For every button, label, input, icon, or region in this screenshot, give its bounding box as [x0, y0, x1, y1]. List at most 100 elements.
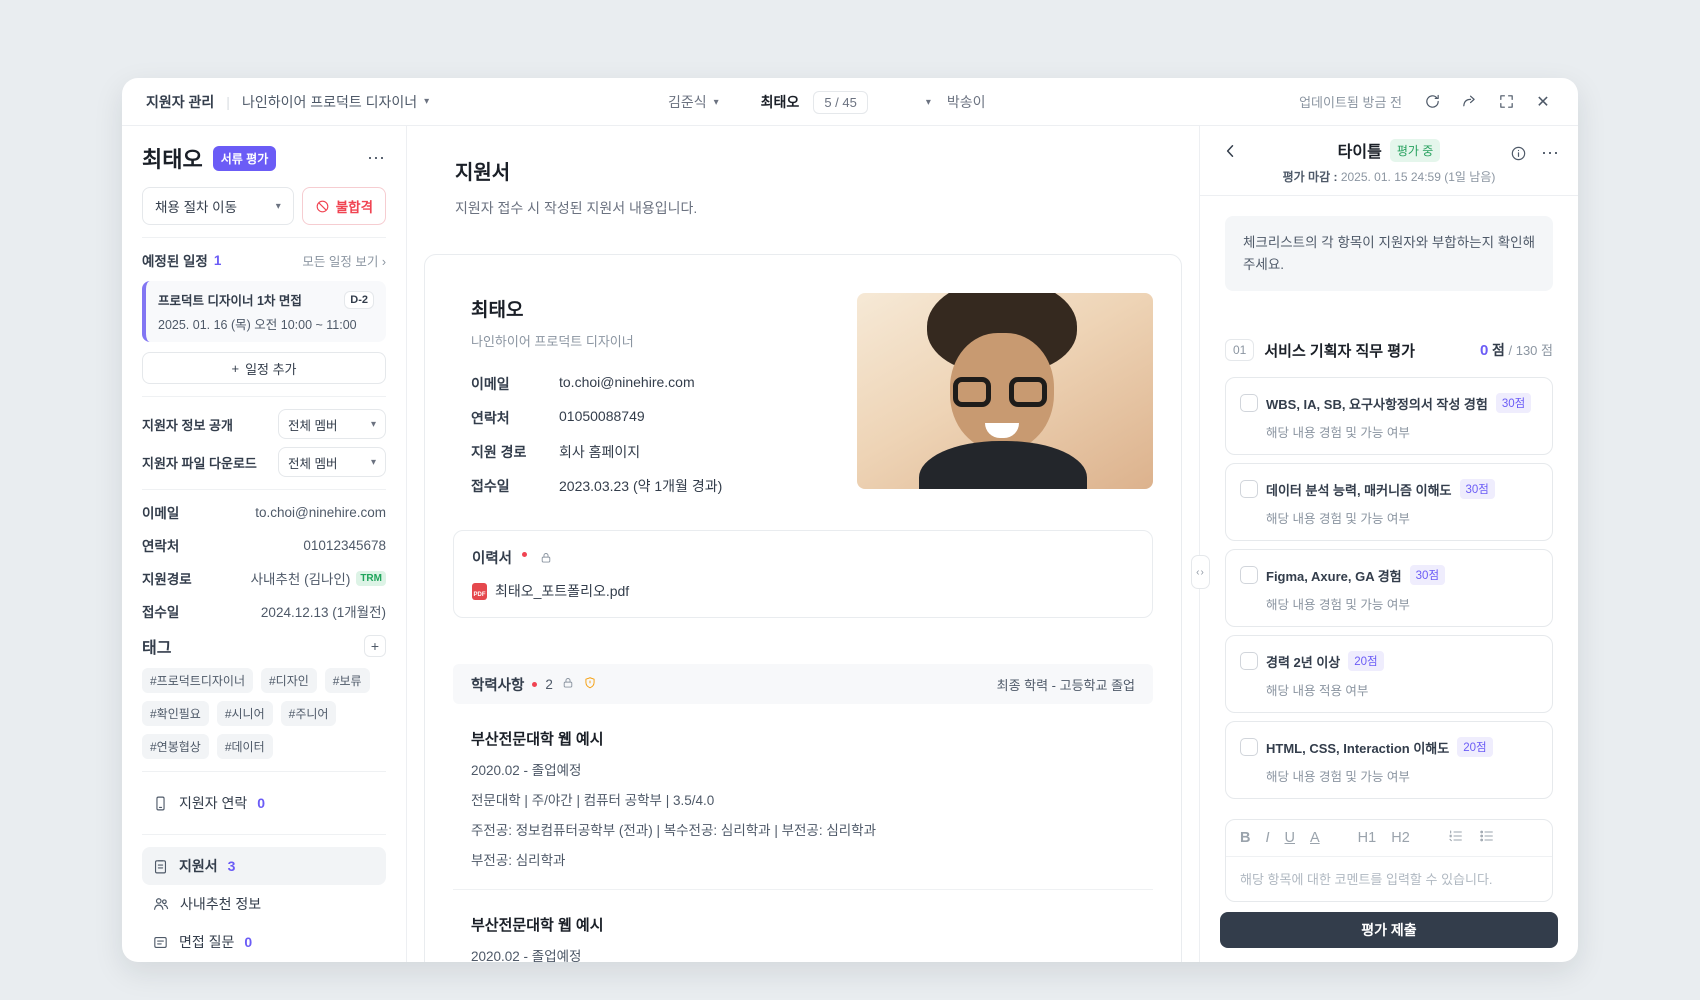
- tag-chip[interactable]: #디자인: [261, 668, 317, 693]
- sidebar-item-contact[interactable]: 지원자 연락 0: [142, 784, 386, 822]
- more-menu-icon[interactable]: ⋯: [1541, 143, 1560, 164]
- tag-chip[interactable]: #프로덕트디자이너: [142, 668, 253, 693]
- view-all-schedules-link[interactable]: 모든 일정 보기 ›: [302, 251, 386, 270]
- evaluation-section-header: 01 서비스 기획자 직무 평가 0 점 / 130 점: [1225, 339, 1553, 362]
- warning-shield-icon: [583, 675, 597, 693]
- page-title: 지원서: [455, 162, 511, 184]
- more-menu-icon[interactable]: ⋯: [367, 148, 386, 169]
- evaluation-deadline: 평가 마감 : 2025. 01. 15 24:59 (1일 남음): [1282, 170, 1496, 184]
- row-label: 접수일: [471, 478, 510, 494]
- points-badge: 30점: [1459, 479, 1495, 500]
- checkbox[interactable]: [1240, 652, 1258, 671]
- sidebar-item-interview-questions[interactable]: 면접 질문 0: [142, 923, 386, 961]
- lock-icon: [561, 675, 575, 693]
- chevron-down-icon[interactable]: ▾: [424, 96, 429, 107]
- sidebar-item-referral[interactable]: 사내추천 정보: [142, 885, 386, 923]
- source-value: 사내추천 (김나인) TRM: [251, 568, 386, 588]
- bold-button[interactable]: B: [1240, 830, 1250, 846]
- row-label: 연락처: [471, 410, 510, 426]
- file-download-value: 전체 멤버: [288, 456, 338, 471]
- tag-chip[interactable]: #주니어: [280, 701, 337, 726]
- phone-icon: [156, 796, 165, 810]
- final-education-summary: 최종 학력 - 고등학교 졸업: [996, 677, 1135, 693]
- nav-count: 0: [244, 934, 253, 950]
- fullscreen-icon[interactable]: [1495, 91, 1517, 113]
- heading1-button[interactable]: H1: [1358, 830, 1377, 846]
- divider: [142, 237, 386, 238]
- info-disclosure-dropdown[interactable]: 전체 멤버 ▾: [278, 409, 386, 439]
- chevron-down-icon[interactable]: ▾: [926, 97, 931, 108]
- row-value: to.choi@ninehire.com: [559, 374, 695, 390]
- heading2-button[interactable]: H2: [1391, 830, 1410, 846]
- candidate-name: 최태오: [142, 147, 203, 172]
- item-desc: 해당 내용 경험 및 가능 여부: [1266, 770, 1410, 785]
- event-title: 프로덕트 디자이너 1차 면접: [158, 294, 302, 308]
- prev-candidate[interactable]: 김준식: [668, 92, 707, 112]
- evaluation-panel: 타이틀 평가 중 평가 마감 : 2025. 01. 15 24:59 (1일 …: [1200, 126, 1578, 962]
- tag-chip[interactable]: #시니어: [216, 701, 273, 726]
- panel-resize-handle[interactable]: ‹›: [1191, 555, 1210, 589]
- italic-button[interactable]: I: [1265, 830, 1269, 846]
- submit-evaluation-button[interactable]: 평가 제출: [1220, 912, 1558, 948]
- reject-button[interactable]: 불합격: [301, 187, 386, 225]
- tag-chip[interactable]: #연봉협상: [142, 734, 209, 759]
- bullet-list-icon[interactable]: [1479, 828, 1495, 848]
- checkbox[interactable]: [1240, 394, 1258, 413]
- sidebar-item-application[interactable]: 지원서 3: [142, 847, 386, 885]
- chevron-down-icon[interactable]: ▾: [714, 97, 719, 108]
- item-title: HTML, CSS, Interaction 이해도: [1266, 740, 1450, 756]
- checkbox[interactable]: [1240, 738, 1258, 757]
- majors: 주전공: 정보컴퓨터공학부 (전과) | 복수전공: 심리학과 | 부전공: 심…: [471, 823, 877, 838]
- points-badge: 20점: [1348, 651, 1384, 672]
- portfolio-file-link[interactable]: PDF 최태오_포트폴리오.pdf: [472, 581, 1134, 601]
- nav-label: 지원자 연락: [179, 795, 248, 811]
- add-schedule-label: 일정 추가: [245, 361, 297, 377]
- tag-chip[interactable]: #데이터: [216, 734, 273, 759]
- dday-badge: D-2: [344, 290, 374, 309]
- underline-button[interactable]: U: [1285, 830, 1295, 846]
- item-title: Figma, Axure, GA 경험: [1266, 568, 1402, 584]
- source-label: 지원경로: [142, 572, 192, 587]
- schedule-event-card[interactable]: 프로덕트 디자이너 1차 면접 D-2 2025. 01. 16 (목) 오전 …: [142, 281, 386, 342]
- job-posting-selector[interactable]: 나인하이어 프로덕트 디자이너: [242, 92, 417, 112]
- nav-label: 사내추천 정보: [180, 896, 262, 912]
- comment-input[interactable]: 해당 항목에 대한 코멘트를 입력할 수 있습니다.: [1226, 857, 1552, 901]
- tag-chip[interactable]: #보류: [324, 668, 370, 693]
- text-color-button[interactable]: A: [1310, 830, 1320, 846]
- ban-icon: [316, 200, 329, 212]
- evaluation-footer: 평가 제출: [1200, 902, 1578, 962]
- resume-section: 이력서 PDF 최태오_포트폴리오.pdf: [453, 530, 1153, 618]
- file-download-dropdown[interactable]: 전체 멤버 ▾: [278, 447, 386, 477]
- email-label: 이메일: [142, 506, 180, 521]
- refresh-icon[interactable]: [1421, 91, 1443, 113]
- next-candidate[interactable]: 박송이: [947, 92, 986, 112]
- ordered-list-icon[interactable]: [1448, 828, 1464, 848]
- points-badge: 30점: [1409, 565, 1446, 586]
- section-number-badge: 01: [1225, 339, 1255, 362]
- row-label: 지원 경로: [471, 444, 527, 460]
- lock-icon: [539, 550, 553, 567]
- top-header: 지원자 관리 | 나인하이어 프로덕트 디자이너 ▾ 김준식 ▾ 최태오 5 /…: [122, 78, 1578, 126]
- info-icon[interactable]: [1507, 142, 1529, 164]
- applicant-photo: [857, 293, 1153, 489]
- checkbox[interactable]: [1240, 480, 1258, 499]
- sidebar-item-requested-files[interactable]: 요청 자료 0: [142, 961, 386, 962]
- move-stage-dropdown[interactable]: 채용 절차 이동 ▾: [142, 187, 294, 225]
- applied-date-value: 2024.12.13 (1개월전): [260, 605, 386, 620]
- item-desc: 해당 내용 경험 및 가능 여부: [1266, 512, 1410, 527]
- checkbox[interactable]: [1240, 566, 1258, 585]
- back-icon[interactable]: [1220, 142, 1242, 164]
- points-badge: 30점: [1495, 393, 1532, 414]
- education-section-header: 학력사항 2 최종 학력 - 고등학교 졸업: [453, 664, 1153, 704]
- add-schedule-button[interactable]: + 일정 추가: [142, 352, 386, 384]
- event-datetime: 2025. 01. 16 (목) 오전 10:00 ~ 11:00: [158, 318, 357, 332]
- share-icon[interactable]: [1458, 91, 1480, 113]
- education-title: 학력사항: [471, 677, 525, 694]
- divider: [142, 396, 386, 397]
- tag-chip[interactable]: #확인필요: [142, 701, 209, 726]
- close-icon[interactable]: ✕: [1532, 91, 1554, 113]
- add-tag-button[interactable]: +: [364, 635, 386, 657]
- application-content: 지원서 지원자 접수 시 작성된 지원서 내용입니다. 최태오 나인하이어 프로…: [407, 126, 1200, 962]
- chevron-down-icon: ▾: [370, 456, 376, 468]
- candidate-pager[interactable]: 5 / 45: [813, 90, 868, 114]
